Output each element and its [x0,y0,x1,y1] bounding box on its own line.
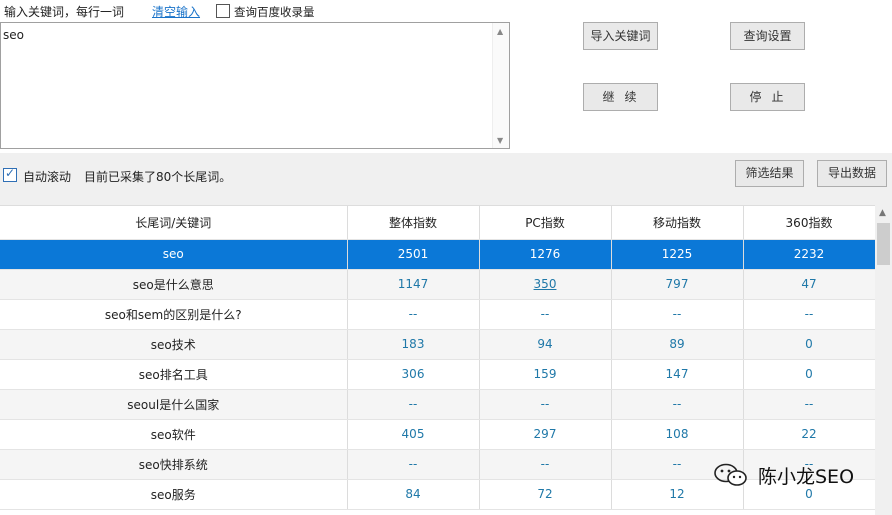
table-row[interactable]: seo软件 405 297 108 22 [0,419,875,450]
stop-button[interactable]: 停止 [730,83,805,111]
table-row[interactable]: seo和sem的区别是什么? -- -- -- -- [0,299,875,330]
keyword-input-scrollbar[interactable]: ▲ ▼ [492,23,509,148]
cell-pc-index[interactable]: -- [479,299,612,330]
cell-overall-index[interactable]: -- [347,449,480,480]
keyword-input[interactable]: seo ▲ ▼ [0,22,510,149]
watermark-text: 陈小龙SEO [758,465,855,488]
cell-pc-index[interactable]: 1276 [479,239,612,270]
scroll-down-icon[interactable]: ▼ [497,136,503,145]
baidu-index-checkbox-label[interactable]: 查询百度收录量 [234,4,315,20]
cell-keyword[interactable]: seo软件 [0,419,348,450]
export-data-button[interactable]: 导出数据 [817,160,887,187]
cell-mobile-index[interactable]: -- [611,299,744,330]
cell-pc-index[interactable]: -- [479,389,612,420]
cell-pc-index[interactable]: -- [479,449,612,480]
cell-pc-index[interactable]: 350 [479,269,612,300]
cell-overall-index[interactable]: -- [347,299,480,330]
cell-overall-index[interactable]: 84 [347,479,480,510]
autoscroll-checkbox[interactable]: ✓ [3,166,17,182]
watermark: 陈小龙SEO [712,460,854,490]
cell-mobile-index[interactable]: 797 [611,269,744,300]
autoscroll-label[interactable]: 自动滚动 [23,168,71,185]
scroll-up-icon[interactable]: ▲ [497,27,503,36]
cell-mobile-index[interactable]: 147 [611,359,744,390]
scroll-up-icon[interactable]: ▲ [879,208,886,218]
column-header-pc-index[interactable]: PC指数 [479,206,612,240]
cell-keyword[interactable]: seo技术 [0,329,348,360]
cell-keyword[interactable]: seo [0,239,348,270]
cell-360-index[interactable]: 0 [743,359,875,390]
cell-mobile-index[interactable]: 89 [611,329,744,360]
input-header: 输入关键词，每行一词 清空输入 查询百度收录量 [0,0,560,22]
table-row[interactable]: seo 2501 1276 1225 2232 [0,239,875,270]
continue-button[interactable]: 继续 [583,83,658,111]
cell-keyword[interactable]: seo是什么意思 [0,269,348,300]
cell-pc-index[interactable]: 159 [479,359,612,390]
cell-360-index[interactable]: 47 [743,269,875,300]
status-bar: ✓ 自动滚动 目前已采集了80个长尾词。 筛选结果 导出数据 [0,153,892,205]
cell-360-index[interactable]: 22 [743,419,875,450]
filter-results-button[interactable]: 筛选结果 [735,160,804,187]
column-header-overall-index[interactable]: 整体指数 [347,206,480,240]
cell-keyword[interactable]: seo和sem的区别是什么? [0,299,348,330]
cell-keyword[interactable]: seoul是什么国家 [0,389,348,420]
table-row[interactable]: seoul是什么国家 -- -- -- -- [0,389,875,420]
cell-360-index[interactable]: 2232 [743,239,875,270]
cell-overall-index[interactable]: 183 [347,329,480,360]
checkmark-icon: ✓ [5,166,16,180]
cell-overall-index[interactable]: 405 [347,419,480,450]
cell-keyword[interactable]: seo排名工具 [0,359,348,390]
cell-overall-index[interactable]: 306 [347,359,480,390]
column-header-keyword[interactable]: 长尾词/关键词 [0,206,348,240]
wechat-icon [714,463,747,486]
cell-overall-index[interactable]: 2501 [347,239,480,270]
column-header-360-index[interactable]: 360指数 [743,206,875,240]
cell-pc-index[interactable]: 297 [479,419,612,450]
cell-360-index[interactable]: -- [743,299,875,330]
cell-keyword[interactable]: seo快排系统 [0,449,348,480]
cell-pc-index[interactable]: 72 [479,479,612,510]
clear-input-link[interactable]: 清空输入 [152,3,200,20]
table-row[interactable]: seo排名工具 306 159 147 0 [0,359,875,390]
scrollbar-thumb[interactable] [877,223,890,265]
cell-overall-index[interactable]: -- [347,389,480,420]
table-row[interactable]: seo是什么意思 1147 350 797 47 [0,269,875,300]
baidu-index-checkbox[interactable] [216,4,230,18]
cell-360-index[interactable]: -- [743,389,875,420]
cell-mobile-index[interactable]: 1225 [611,239,744,270]
column-header-mobile-index[interactable]: 移动指数 [611,206,744,240]
table-row[interactable]: seo技术 183 94 89 0 [0,329,875,360]
cell-keyword[interactable]: seo服务 [0,479,348,510]
import-keywords-button[interactable]: 导入关键词 [583,22,658,50]
keyword-input-text[interactable]: seo [3,28,24,42]
table-header-row: 长尾词/关键词 整体指数 PC指数 移动指数 360指数 [0,206,875,240]
cell-mobile-index[interactable]: 108 [611,419,744,450]
cell-mobile-index[interactable]: -- [611,389,744,420]
results-scrollbar[interactable]: ▲ [875,205,892,515]
collection-status-text: 目前已采集了80个长尾词。 [84,170,232,184]
query-settings-button[interactable]: 查询设置 [730,22,805,50]
input-instruction-label: 输入关键词，每行一词 [4,5,125,19]
cell-pc-index[interactable]: 94 [479,329,612,360]
cell-overall-index[interactable]: 1147 [347,269,480,300]
cell-360-index[interactable]: 0 [743,329,875,360]
